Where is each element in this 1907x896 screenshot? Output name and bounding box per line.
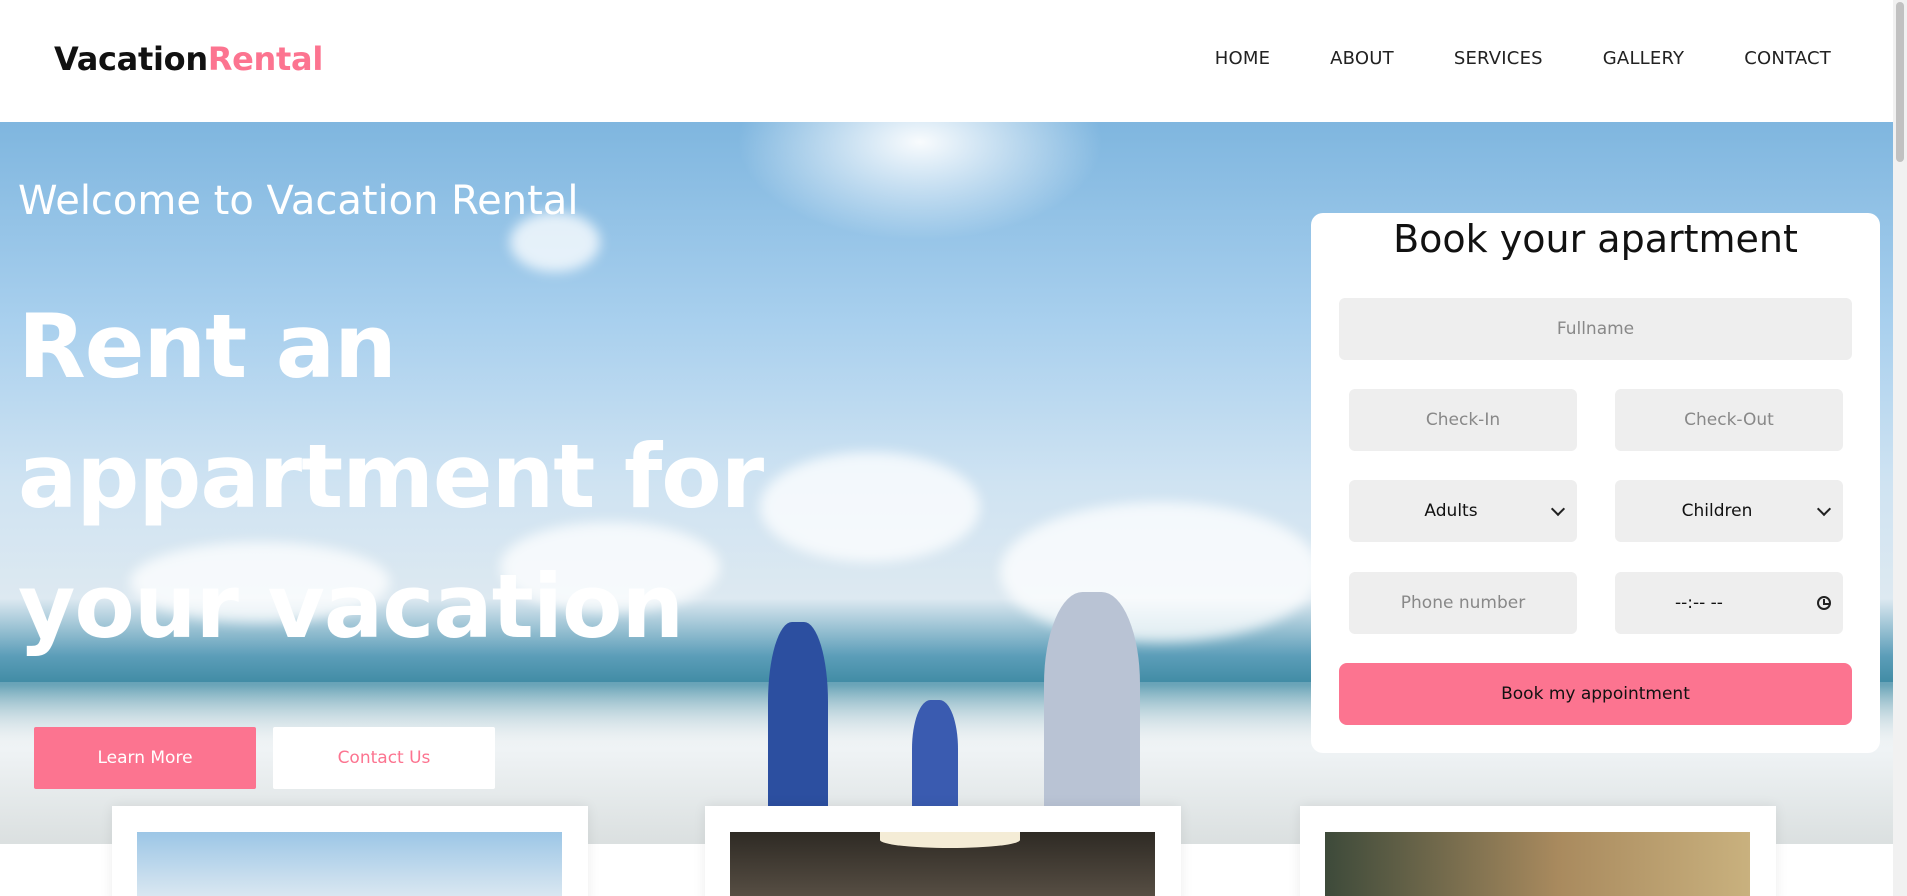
checkin-input[interactable]: Check-In <box>1349 389 1577 451</box>
chevron-down-icon <box>1550 501 1566 516</box>
service-card-image <box>1325 832 1750 896</box>
phone-input[interactable]: Phone number <box>1349 572 1577 634</box>
checkout-input[interactable]: Check-Out <box>1615 389 1843 451</box>
welcome-text: Welcome to Vacation Rental <box>18 178 579 224</box>
headline-line-1: Rent an <box>18 295 397 398</box>
main-nav: HOME ABOUT SERVICES GALLERY CONTACT <box>1215 48 1831 69</box>
nav-gallery[interactable]: GALLERY <box>1603 48 1684 69</box>
learn-more-button[interactable]: Learn More <box>34 727 256 789</box>
clock-icon[interactable] <box>1817 596 1831 610</box>
nav-services[interactable]: SERVICES <box>1454 48 1543 69</box>
children-select[interactable]: Children <box>1615 480 1843 542</box>
person-man <box>1044 592 1140 822</box>
logo[interactable]: VacationRental <box>54 40 323 78</box>
nav-home[interactable]: HOME <box>1215 48 1270 69</box>
cloud <box>1000 502 1320 642</box>
headline-line-3: your vacation <box>18 555 684 658</box>
site-header: VacationRental HOME ABOUT SERVICES GALLE… <box>0 0 1893 122</box>
cloud <box>760 452 980 562</box>
logo-part-rental: Rental <box>207 40 323 78</box>
book-appointment-button[interactable]: Book my appointment <box>1339 663 1852 725</box>
adults-select[interactable]: Adults <box>1349 480 1577 542</box>
logo-part-vacation: Vacation <box>54 40 208 78</box>
booking-card: Book your apartment Fullname Check-In Ch… <box>1311 213 1880 753</box>
time-input-value: --:-- -- <box>1675 593 1723 613</box>
service-card[interactable] <box>1300 806 1776 896</box>
booking-title: Book your apartment <box>1393 217 1798 261</box>
nav-about[interactable]: ABOUT <box>1330 48 1394 69</box>
service-card-image <box>730 832 1155 896</box>
scrollbar-thumb[interactable] <box>1896 2 1904 162</box>
hero-headline: Rent an appartment for your vacation <box>18 282 778 672</box>
person-child <box>912 700 958 822</box>
headline-line-2: appartment for <box>18 425 764 528</box>
chandelier <box>880 832 1020 848</box>
service-card-image <box>137 832 562 896</box>
fullname-input[interactable]: Fullname <box>1339 298 1852 360</box>
time-input[interactable]: --:-- -- <box>1615 572 1843 634</box>
service-card[interactable] <box>112 806 588 896</box>
adults-select-value: Adults <box>1424 501 1478 521</box>
chevron-down-icon <box>1816 501 1832 516</box>
nav-contact[interactable]: CONTACT <box>1744 48 1831 69</box>
page-scrollbar[interactable] <box>1893 0 1907 896</box>
contact-us-button[interactable]: Contact Us <box>273 727 495 789</box>
service-card[interactable] <box>705 806 1181 896</box>
children-select-value: Children <box>1681 501 1753 521</box>
